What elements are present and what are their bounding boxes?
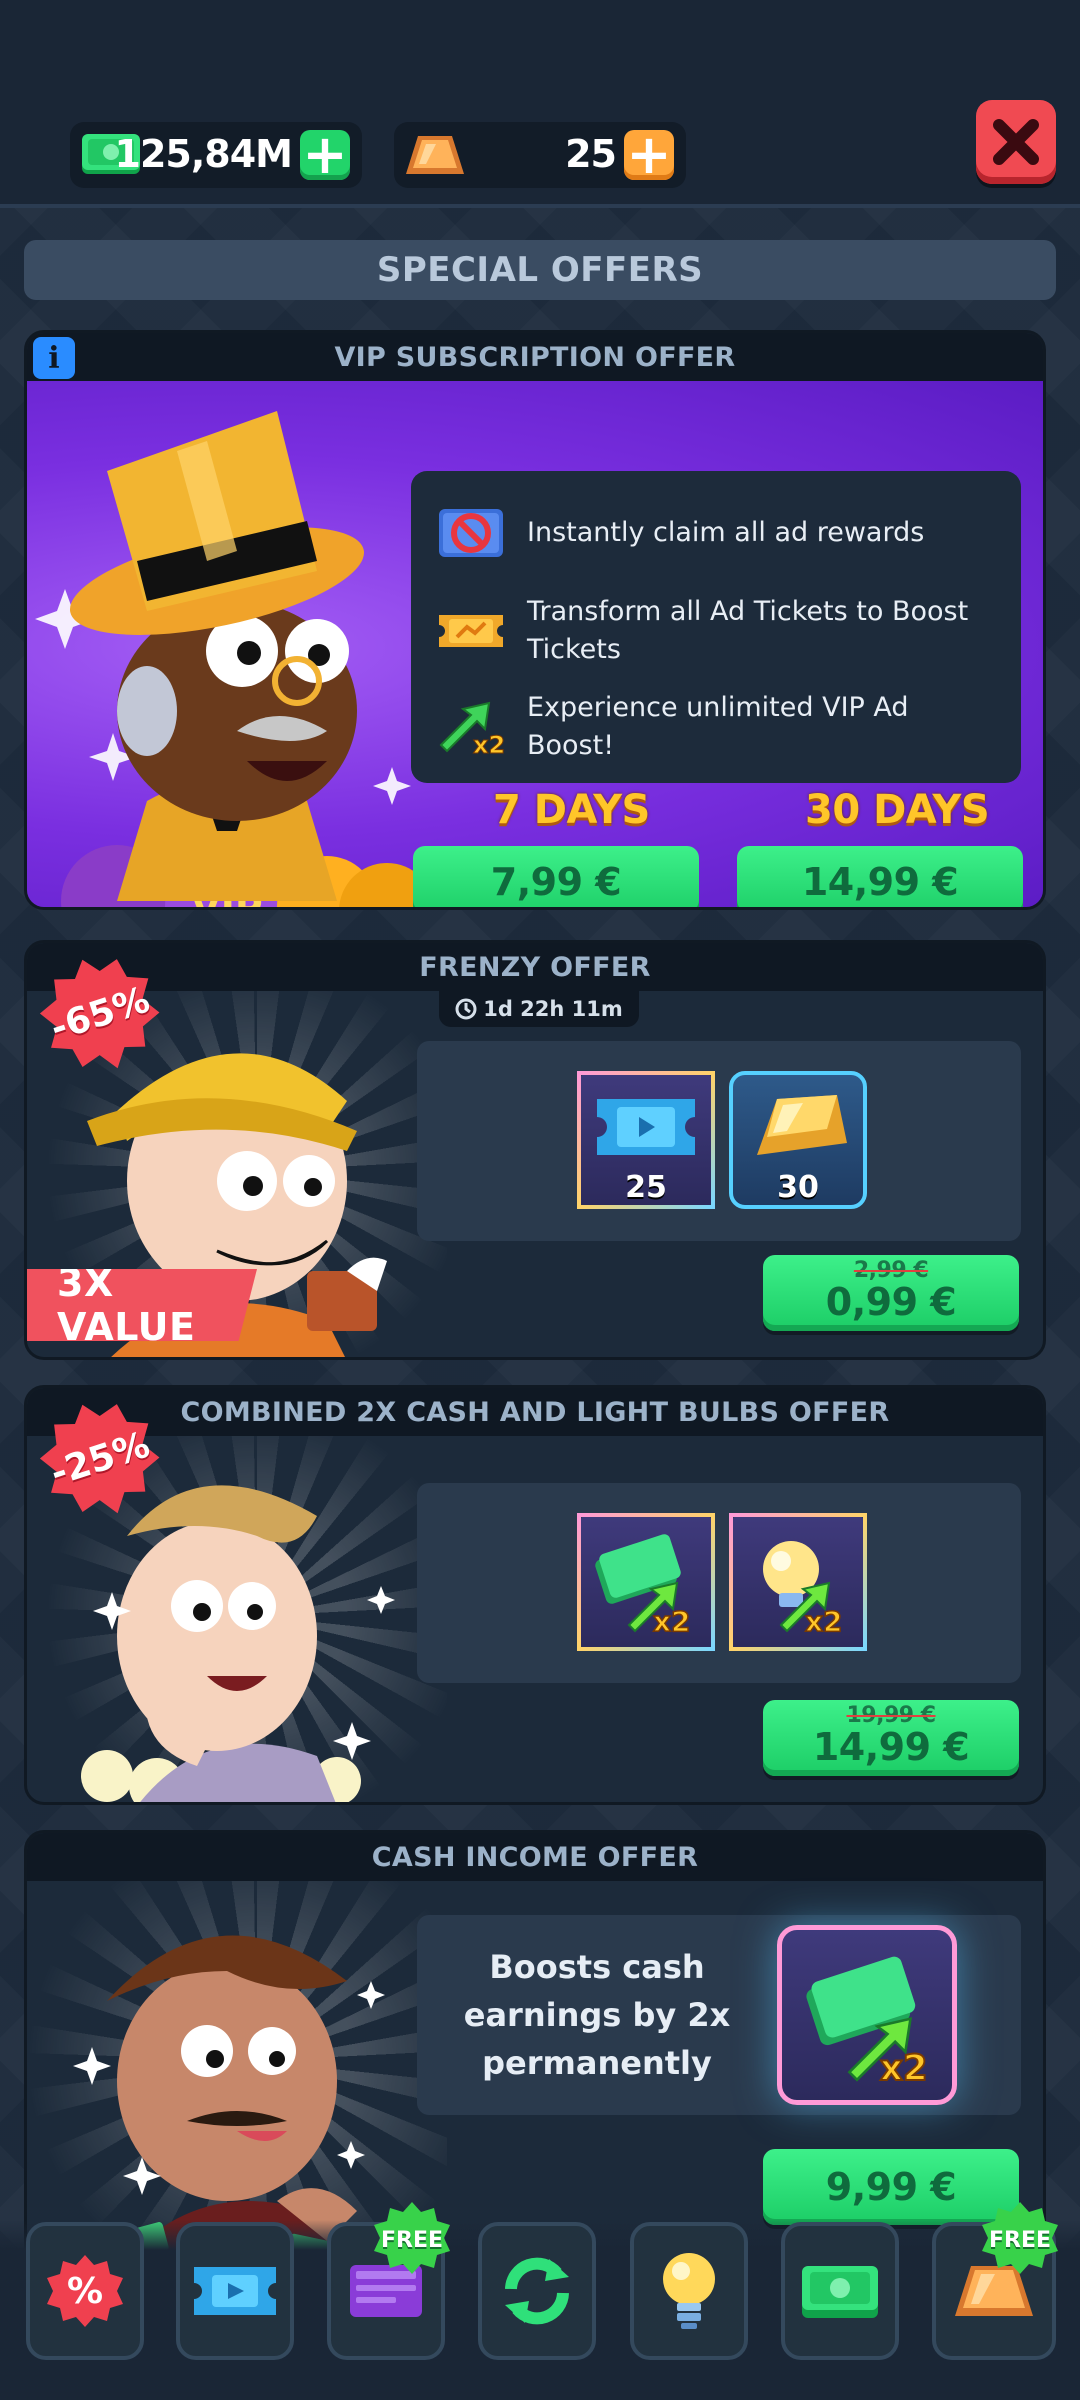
combined-offer-title: COMBINED 2X CASH AND LIGHT BULBS OFFER: [27, 1388, 1043, 1436]
close-icon: [993, 119, 1039, 165]
x2-badge: x2: [880, 2048, 928, 2089]
close-button[interactable]: [976, 100, 1056, 184]
gold-bar-icon: [757, 1095, 847, 1155]
item-quantity: 30: [777, 1170, 819, 1205]
frenzy-offer-card: FRENZY OFFER -65% 3X VALUE 1d 22h 11m 25…: [24, 940, 1046, 1360]
bulb-x2-item[interactable]: x2: [729, 1513, 867, 1651]
nav-lightbulb-button[interactable]: [630, 2222, 748, 2360]
combined-offer-card: COMBINED 2X CASH AND LIGHT BULBS OFFER -…: [24, 1385, 1046, 1805]
percent-icon: %: [47, 2255, 123, 2327]
combined-items-panel: x2 x2: [417, 1483, 1021, 1683]
vip-feature-text: Transform all Ad Tickets to Boost Ticket…: [527, 596, 969, 665]
free-badge-text: FREE: [380, 2227, 444, 2253]
timer-text: 1d 22h 11m: [483, 997, 623, 1021]
nav-tickets-button[interactable]: [176, 2222, 294, 2360]
page-title: SPECIAL OFFERS: [24, 240, 1056, 300]
boost-ticket-icon: [597, 1099, 695, 1155]
svg-text:x2: x2: [473, 731, 505, 755]
ticket-icon: [194, 2267, 276, 2315]
boost-ticket-item[interactable]: 25: [577, 1071, 715, 1209]
add-gold-button[interactable]: +: [624, 128, 674, 182]
free-badge-text: FREE: [988, 2227, 1052, 2253]
buy-30-days-button[interactable]: 14,99 €: [737, 846, 1023, 907]
refresh-icon: [505, 2257, 569, 2325]
info-icon[interactable]: i: [33, 337, 75, 379]
boost-x2-icon: x2: [439, 701, 505, 755]
vip-feature-text: Experience unlimited VIP Ad Boost!: [527, 692, 909, 761]
frenzy-buy-button[interactable]: 2,99 € 0,99 €: [763, 1255, 1019, 1331]
value-banner: 3X VALUE: [27, 1269, 257, 1341]
price-label: 14,99 €: [812, 1725, 970, 1769]
cash-income-panel: Boosts cash earnings by 2x permanently x…: [417, 1915, 1021, 2115]
plan-30-days-label: 30 DAYS: [805, 787, 990, 833]
price-label: 14,99 €: [801, 860, 959, 904]
old-price: 2,99 €: [853, 1258, 929, 1283]
nav-cash-button[interactable]: [781, 2222, 899, 2360]
x2-badge: x2: [805, 1605, 843, 1638]
gold-amount: 25: [565, 132, 617, 176]
buy-7-days-button[interactable]: 7,99 €: [413, 846, 699, 907]
price-label: 0,99 €: [825, 1280, 957, 1324]
cash-amount: 125,84M: [114, 132, 293, 176]
vip-feature-row: Transform all Ad Tickets to Boost Ticket…: [437, 593, 997, 669]
price-label: 7,99 €: [490, 860, 622, 904]
vip-feature-text: Instantly claim all ad rewards: [527, 517, 925, 548]
free-badge: FREE: [980, 2200, 1060, 2280]
vip-feature-row: x2 Experience unlimited VIP Ad Boost!: [437, 689, 997, 765]
vip-features-panel: Instantly claim all ad rewards Transform…: [411, 471, 1021, 783]
plan-7-days-label: 7 DAYS: [493, 787, 650, 833]
cash-icon: [802, 2266, 878, 2318]
cash-x2-icon: x2: [806, 1956, 929, 2090]
nav-offers-button[interactable]: %: [26, 2222, 144, 2360]
nav-refresh-button[interactable]: [478, 2222, 596, 2360]
bulb-x2-icon: x2: [763, 1541, 843, 1639]
no-ads-icon: [439, 509, 503, 557]
vip-offer-card: VIP SUBSCRIPTION OFFER i VIP: [24, 330, 1046, 910]
free-badge: FREE: [372, 2200, 452, 2280]
vip-feature-row: Instantly claim all ad rewards: [437, 505, 997, 561]
price-label: 9,99 €: [825, 2165, 957, 2209]
item-quantity: 25: [625, 1170, 667, 1205]
vip-offer-title: VIP SUBSCRIPTION OFFER: [27, 333, 1043, 381]
vip-character-illustration: VIP: [35, 411, 435, 907]
gold-bar-item[interactable]: 30: [729, 1071, 867, 1209]
add-cash-button[interactable]: +: [300, 128, 350, 182]
cash-income-offer-title: CASH INCOME OFFER: [27, 1833, 1043, 1881]
offer-timer: 1d 22h 11m: [439, 991, 639, 1027]
vip-offer-body: VIP: [27, 381, 1043, 907]
cash-x2-icon: x2: [595, 1534, 691, 1639]
frenzy-items-panel: 25 30: [417, 1041, 1021, 1241]
lightbulb-icon: [663, 2253, 715, 2329]
ticket-icon: [439, 615, 503, 647]
gold-counter[interactable]: 25 +: [394, 122, 686, 188]
clock-icon: [455, 998, 477, 1020]
cash-income-description: Boosts cash earnings by 2x permanently: [463, 1948, 731, 2082]
old-price: 19,99 €: [846, 1703, 936, 1728]
svg-text:%: %: [67, 2271, 103, 2312]
gold-bar-icon: [406, 136, 464, 174]
frenzy-offer-title: FRENZY OFFER: [27, 943, 1043, 991]
x2-badge: x2: [653, 1605, 691, 1638]
cash-x2-item[interactable]: x2: [777, 1925, 957, 2105]
combined-buy-button[interactable]: 19,99 € 14,99 €: [763, 1700, 1019, 1776]
top-bar: 125,84M + 25 +: [0, 0, 1080, 208]
cash-counter[interactable]: 125,84M +: [70, 122, 362, 188]
cash-x2-item[interactable]: x2: [577, 1513, 715, 1651]
